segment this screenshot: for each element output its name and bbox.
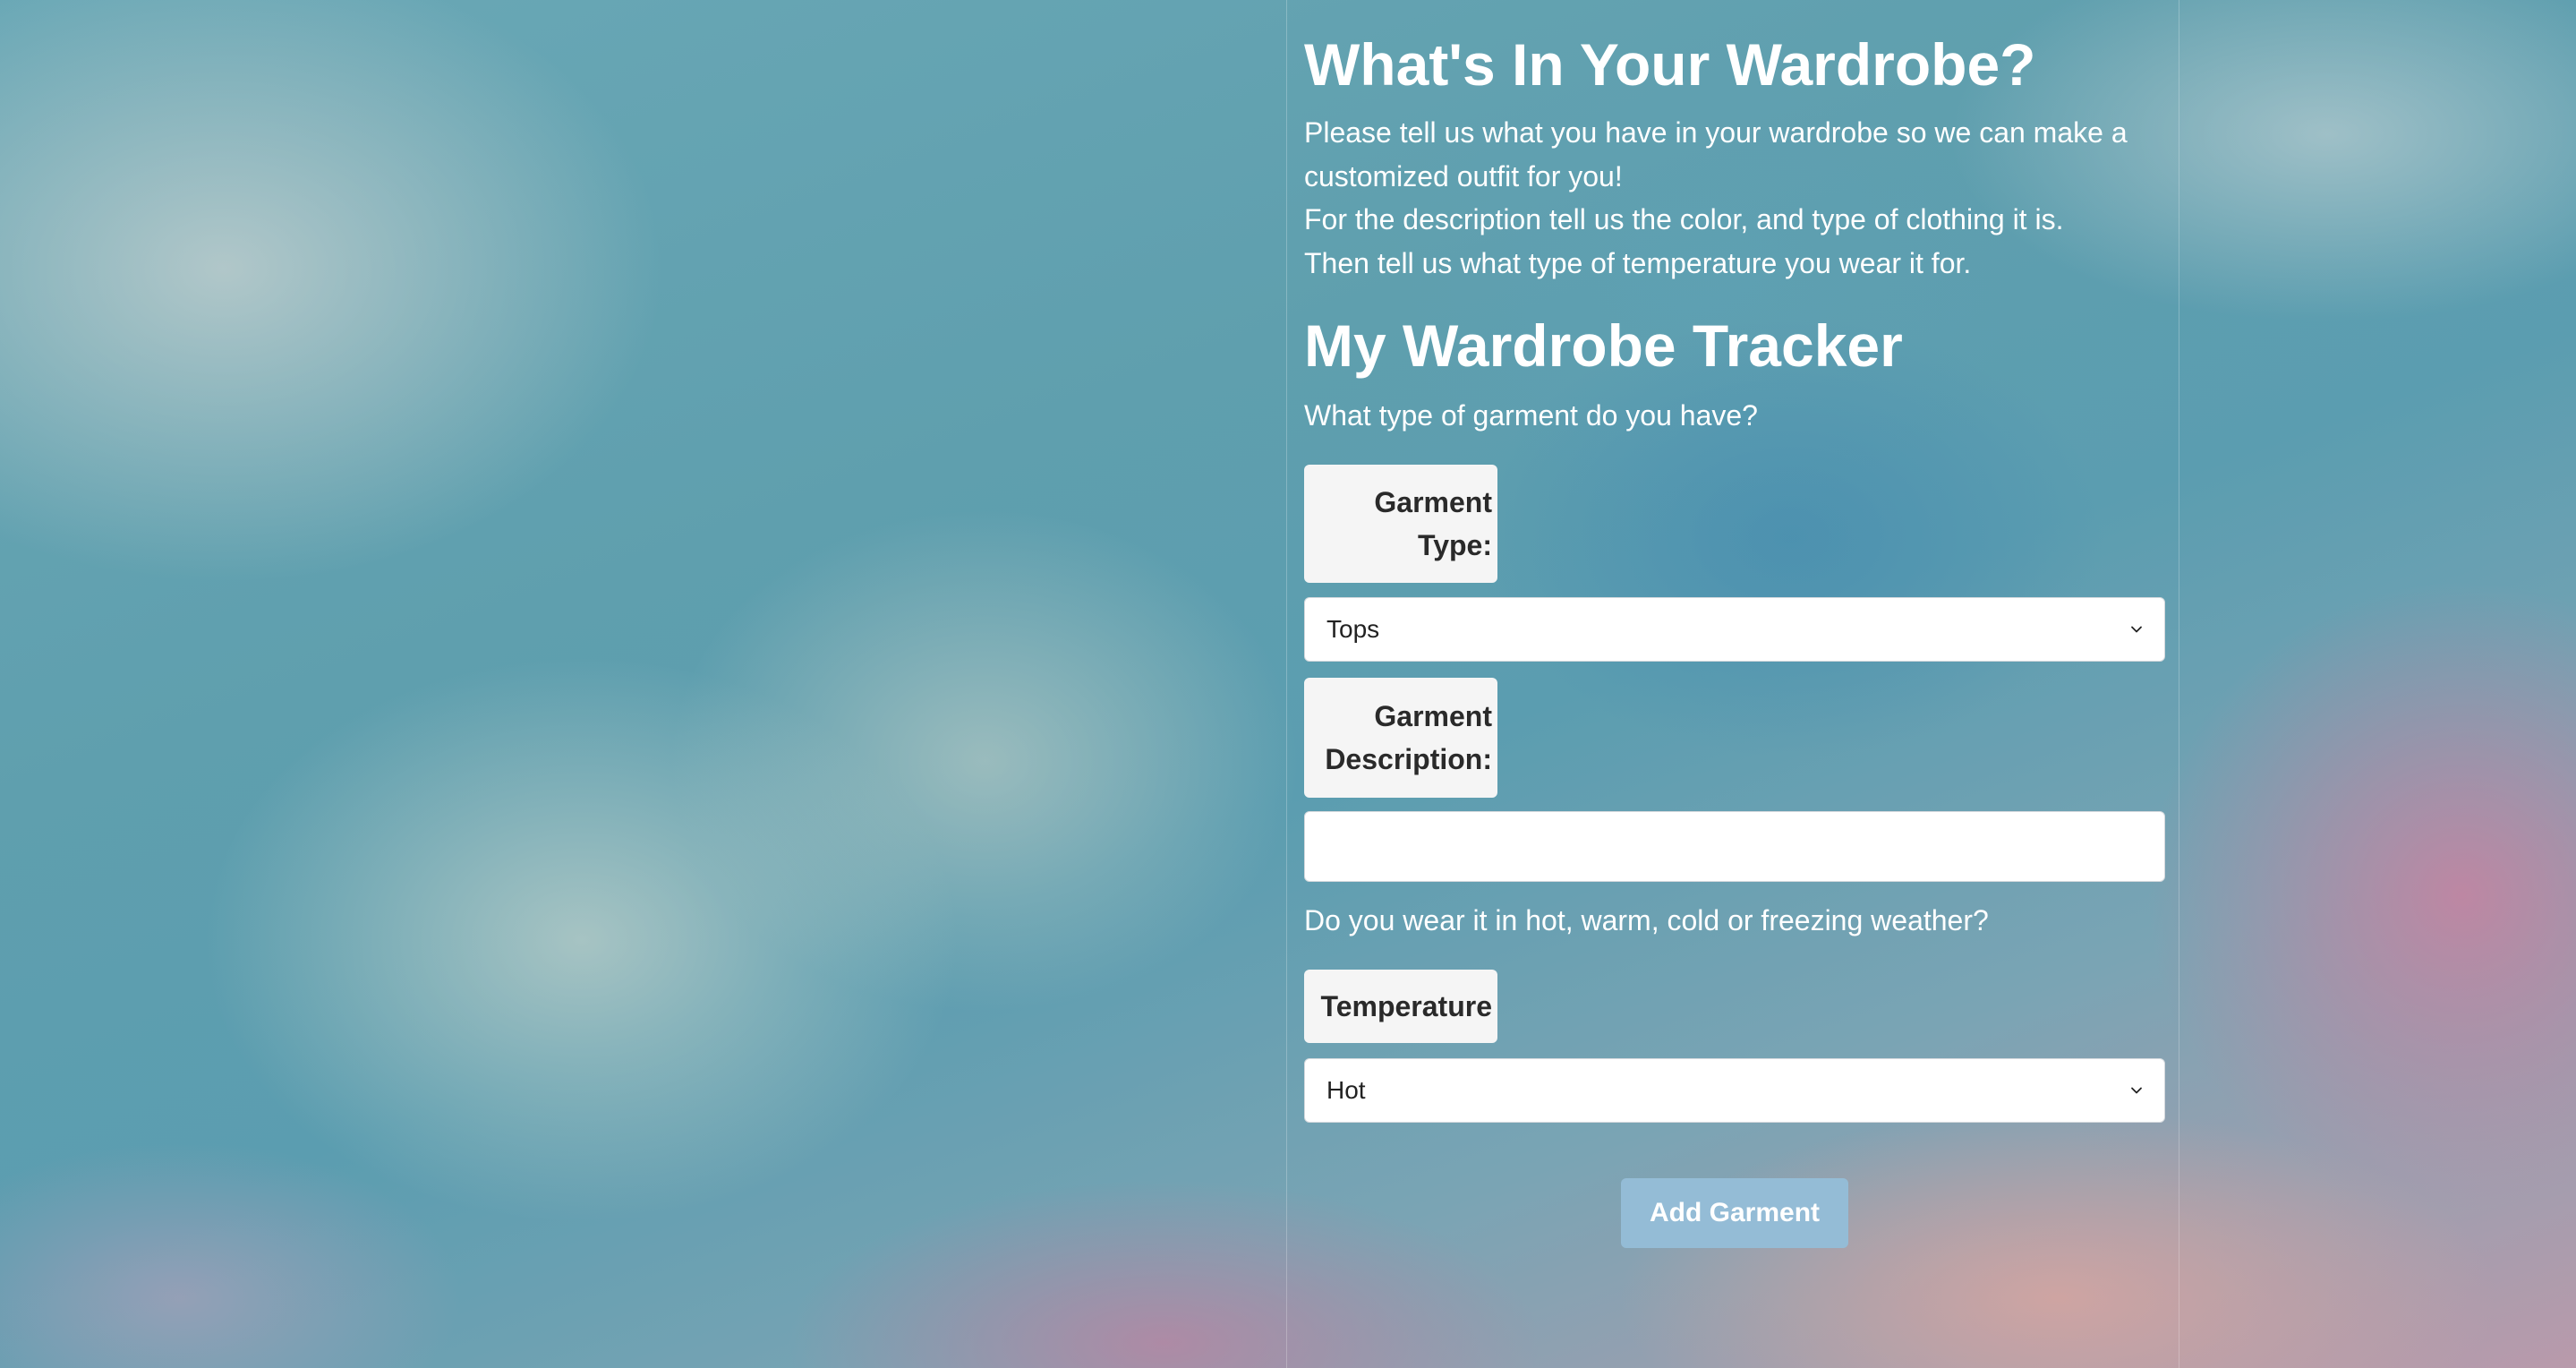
temperature-select[interactable]: Hot [1304, 1058, 2165, 1123]
garment-question: What type of garment do you have? [1304, 399, 1758, 432]
temperature-label: Temperature [1304, 970, 1497, 1043]
temperature-selected-value: Hot [1326, 1076, 1366, 1104]
intro-text: Please tell us what you have in your war… [1304, 111, 2165, 285]
temperature-question: Do you wear it in hot, warm, cold or fre… [1304, 904, 1989, 936]
chevron-down-icon [2131, 626, 2142, 633]
garment-type-selected-value: Tops [1326, 615, 1380, 643]
add-garment-button[interactable]: Add Garment [1621, 1178, 1848, 1248]
tracker-title: My Wardrobe Tracker [1304, 312, 1903, 379]
intro-line-2: For the description tell us the color, a… [1304, 203, 2064, 235]
intro-line-3: Then tell us what type of temperature yo… [1304, 246, 1972, 279]
chevron-down-icon [2131, 1087, 2142, 1094]
garment-description-input[interactable] [1304, 811, 2165, 882]
garment-type-label: Garment Type: [1304, 465, 1497, 583]
garment-description-label: Garment Description: [1304, 678, 1497, 798]
intro-line-1: Please tell us what you have in your war… [1304, 116, 2128, 192]
garment-type-select[interactable]: Tops [1304, 597, 2165, 662]
page-title: What's In Your Wardrobe? [1304, 31, 2036, 98]
